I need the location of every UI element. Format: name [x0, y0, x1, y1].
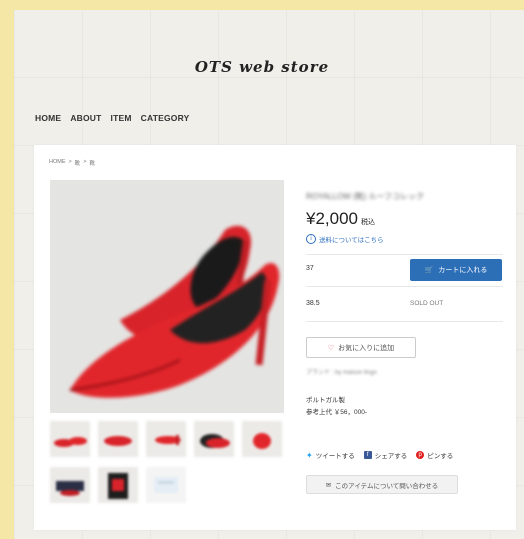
divider: [306, 321, 503, 322]
red-pumps-illustration: [50, 180, 284, 413]
breadcrumb-separator: >: [83, 159, 87, 165]
favorite-label: お気に入りに追加: [338, 344, 395, 352]
variant-size: 37: [306, 265, 314, 272]
nav-category[interactable]: CATEGORY: [141, 113, 190, 123]
breadcrumb: HOME > 靴 > 靴: [49, 159, 95, 167]
tweet-button[interactable]: ✦ ツイートする: [306, 450, 355, 461]
nav-item[interactable]: ITEM: [111, 113, 132, 123]
thumbnail-7[interactable]: [98, 467, 138, 503]
mail-icon: ✉: [325, 481, 332, 489]
pinterest-button[interactable]: p ピンする: [416, 450, 453, 460]
breadcrumb-separator: >: [68, 159, 72, 165]
inquiry-label: このアイテムについて問い合わせる: [335, 482, 439, 490]
shipping-info-link[interactable]: i 送料についてはこちら: [306, 234, 384, 244]
thumbnail-6[interactable]: [50, 467, 90, 503]
add-to-favorites-button[interactable]: ♡ お気に入りに追加: [306, 337, 416, 358]
pinterest-icon: p: [416, 451, 425, 459]
brand-text: ブランド : by maison lingo: [306, 370, 377, 376]
info-icon: i: [306, 234, 316, 244]
share-buttons: ✦ ツイートする f シェアする p ピンする: [306, 450, 453, 461]
main-nav: HOME ABOUT ITEM CATEGORY: [35, 113, 189, 123]
nav-about[interactable]: ABOUT: [70, 113, 101, 123]
cart-icon: 🛒: [424, 267, 434, 274]
tax-label: 税込: [361, 219, 375, 226]
heart-icon: ♡: [327, 344, 335, 352]
nav-home[interactable]: HOME: [35, 113, 61, 123]
thumbnail-8[interactable]: [146, 467, 186, 503]
shipping-link-label: 送料についてはこちら: [319, 237, 384, 244]
divider: [306, 254, 503, 255]
twitter-icon: ✦: [306, 450, 313, 460]
thumbnail-gallery: [50, 421, 284, 503]
breadcrumb-category[interactable]: 靴: [75, 159, 81, 167]
thumbnail-3[interactable]: [146, 421, 186, 457]
breadcrumb-current: 靴: [89, 161, 95, 167]
inquiry-button[interactable]: ✉ このアイテムについて問い合わせる: [306, 475, 458, 494]
store-title[interactable]: OTS web store: [0, 58, 524, 76]
breadcrumb-home[interactable]: HOME: [49, 159, 66, 167]
variant-size: 38.5: [306, 300, 320, 307]
description-line: 参考上代 ￥56，000-: [306, 409, 368, 416]
price-value: ¥2,000: [306, 209, 358, 228]
facebook-label: シェアする: [374, 453, 408, 460]
product-title: ROYALLOW (靴) ルーフコレック: [306, 192, 425, 201]
add-to-cart-button[interactable]: 🛒 カートに入れる: [410, 259, 502, 281]
add-to-cart-label: カートに入れる: [438, 267, 488, 274]
product-card: HOME > 靴 > 靴 ROYALLOW (靴) ルーフコレック ¥2,000…: [34, 145, 516, 530]
facebook-share-button[interactable]: f シェアする: [363, 450, 408, 460]
divider: [306, 286, 503, 287]
pin-label: ピンする: [427, 453, 454, 460]
thumbnail-5[interactable]: [242, 421, 282, 457]
sold-out-status: SOLD OUT: [410, 300, 444, 307]
thumbnail-4[interactable]: [194, 421, 234, 457]
product-price: ¥2,000 税込: [306, 209, 375, 229]
thumbnail-2[interactable]: [98, 421, 138, 457]
description-line: ポルトガル製: [306, 397, 345, 404]
facebook-icon: f: [363, 451, 372, 459]
tweet-label: ツイートする: [315, 453, 355, 460]
main-product-image[interactable]: [50, 180, 284, 413]
thumbnail-1[interactable]: [50, 421, 90, 457]
